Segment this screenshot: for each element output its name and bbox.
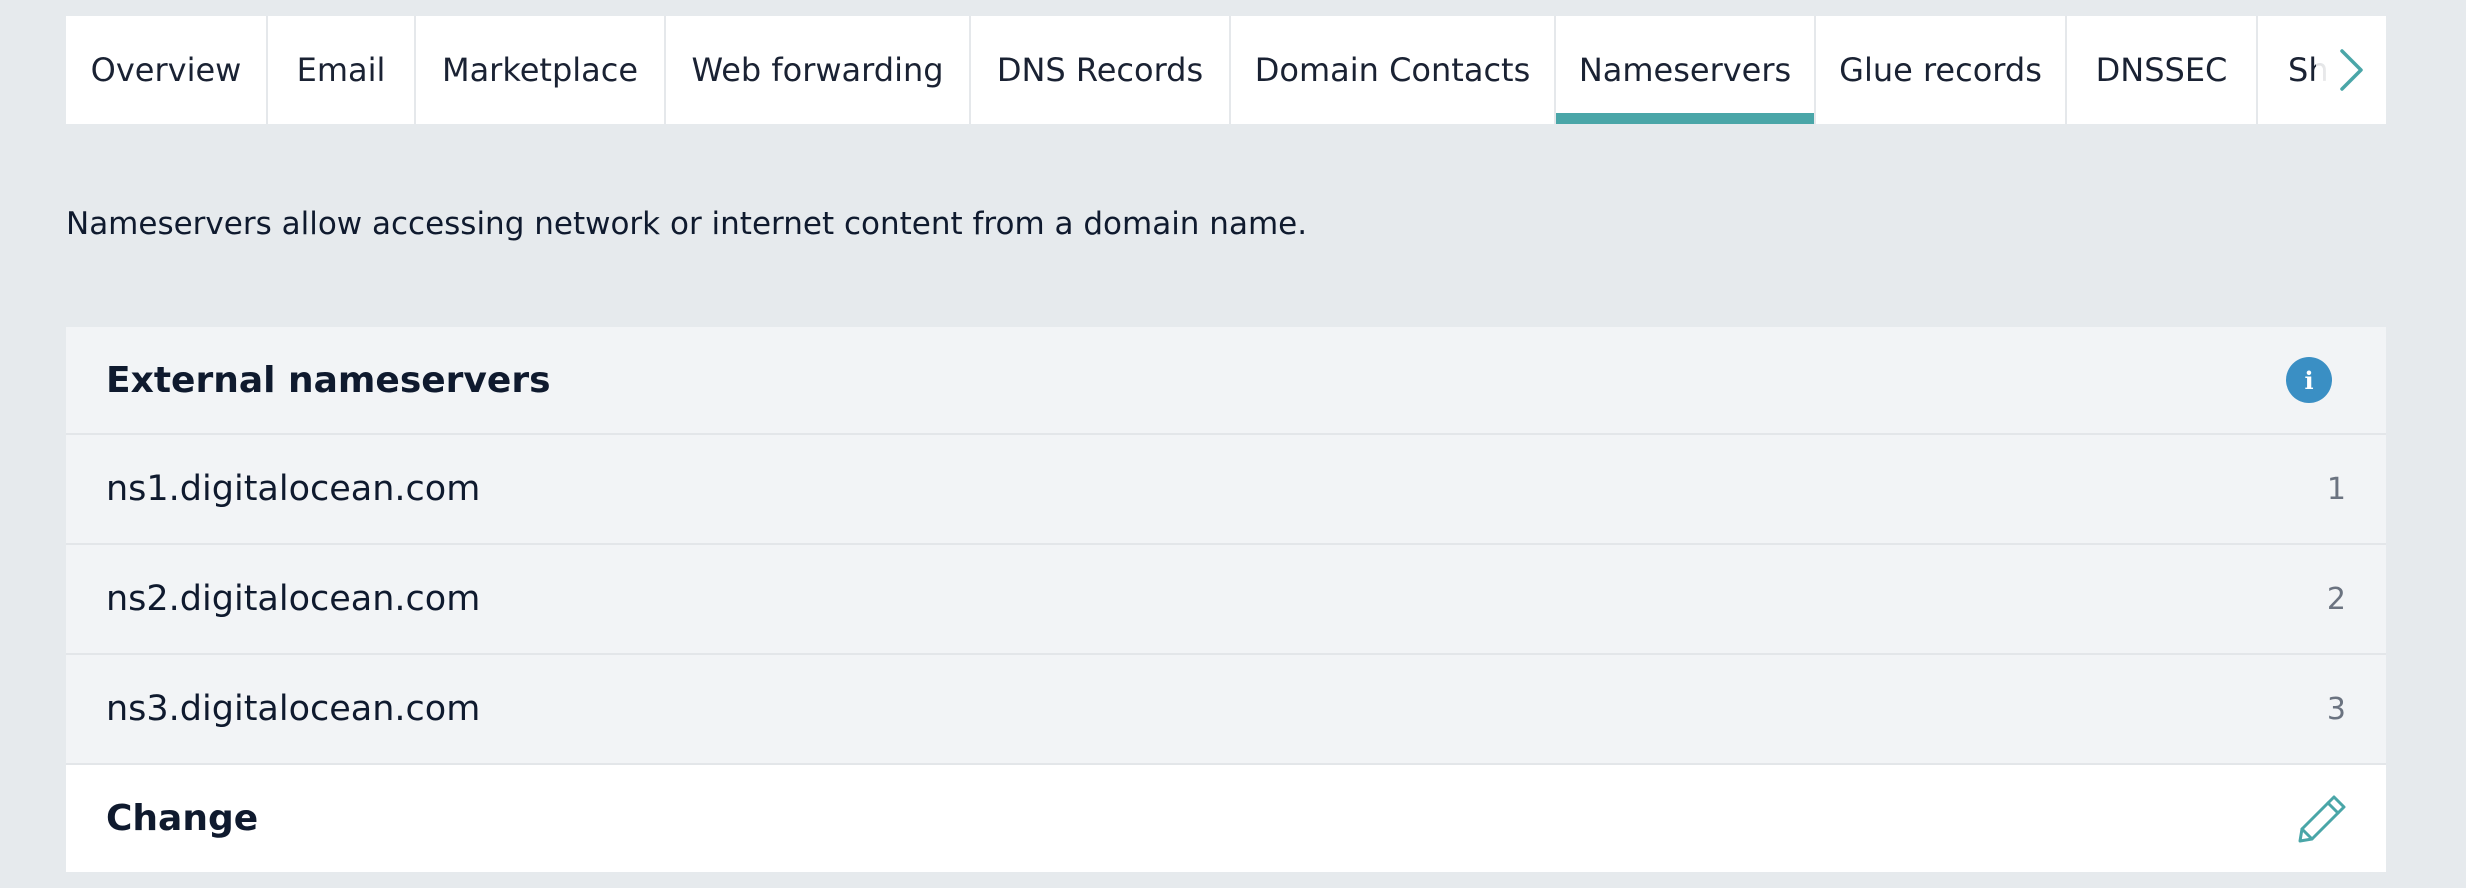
nameserver-name: ns3.digitalocean.com — [106, 689, 481, 729]
tab-nameservers[interactable]: Nameservers — [1556, 16, 1816, 124]
nameserver-index: 2 — [2326, 581, 2346, 617]
tab-email[interactable]: Email — [268, 16, 416, 124]
domain-tab-bar: Overview Email Marketplace Web forwardin… — [66, 16, 2386, 124]
tab-glue-records[interactable]: Glue records — [1816, 16, 2067, 124]
nameserver-index: 1 — [2326, 471, 2346, 507]
nameserver-row: ns3.digitalocean.com 3 — [66, 655, 2386, 765]
nameserver-index: 3 — [2326, 691, 2346, 727]
panel-header: External nameservers i — [66, 327, 2386, 435]
chevron-right-icon — [2340, 49, 2363, 91]
tab-scroll-right-button[interactable] — [2316, 16, 2386, 124]
nameserver-name: ns2.digitalocean.com — [106, 579, 481, 619]
nameserver-row: ns1.digitalocean.com 1 — [66, 435, 2386, 545]
tab-overview[interactable]: Overview — [66, 16, 268, 124]
change-label: Change — [106, 798, 259, 839]
tab-marketplace[interactable]: Marketplace — [416, 16, 666, 124]
panel-title: External nameservers — [106, 359, 551, 401]
nameserver-row: ns2.digitalocean.com 2 — [66, 545, 2386, 655]
external-nameservers-panel: External nameservers i ns1.digitalocean.… — [66, 327, 2386, 872]
tab-list: Overview Email Marketplace Web forwardin… — [66, 16, 2386, 124]
tab-domain-contacts[interactable]: Domain Contacts — [1231, 16, 1556, 124]
change-nameservers-button[interactable]: Change — [66, 765, 2386, 872]
info-icon[interactable]: i — [2286, 357, 2332, 403]
pencil-icon[interactable] — [2294, 791, 2350, 847]
tab-web-forwarding[interactable]: Web forwarding — [666, 16, 971, 124]
nameserver-name: ns1.digitalocean.com — [106, 469, 481, 509]
tab-dnssec[interactable]: DNSSEC — [2067, 16, 2258, 124]
tab-dns-records[interactable]: DNS Records — [971, 16, 1231, 124]
nameservers-description: Nameservers allow accessing network or i… — [66, 206, 1308, 242]
